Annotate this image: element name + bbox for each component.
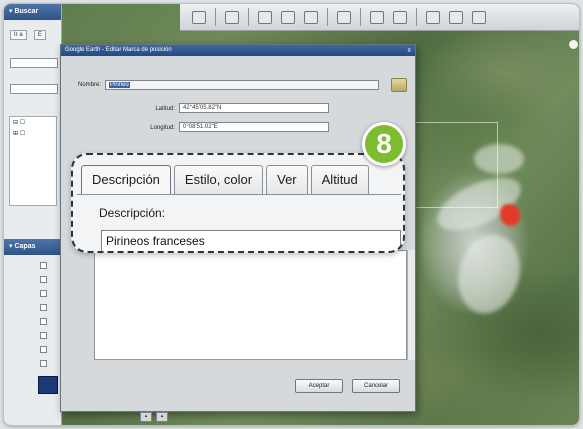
print-icon[interactable] bbox=[393, 10, 407, 24]
main-toolbar bbox=[180, 4, 579, 31]
email-icon[interactable] bbox=[370, 10, 384, 24]
pointer-icon[interactable] bbox=[225, 10, 239, 24]
image-icon[interactable] bbox=[426, 10, 440, 24]
longitude-label: Longitud: bbox=[150, 125, 175, 131]
name-input[interactable]: Pirineo bbox=[105, 80, 379, 90]
close-icon[interactable]: x bbox=[408, 45, 412, 56]
tab-find-business[interactable]: E bbox=[34, 30, 47, 40]
longitude-input[interactable]: 0°08'51.02"E bbox=[179, 122, 329, 132]
screenshot-frame: ▾ Buscar Ir a E ⊟ ☐ ⊞ ☐ ▾ Capas Google E… bbox=[3, 3, 580, 426]
tab-view[interactable]: Ver bbox=[266, 165, 308, 195]
nav-pad-left[interactable]: ▪ bbox=[140, 412, 152, 422]
placemark-highlight bbox=[500, 204, 520, 226]
tab-style-color[interactable]: Estilo, color bbox=[173, 165, 264, 195]
description-label: Descripción: bbox=[99, 206, 166, 220]
latitude-label: Latitud: bbox=[155, 106, 175, 112]
terrain-ridge bbox=[449, 227, 529, 321]
layer-checkbox[interactable] bbox=[40, 276, 47, 283]
nav-pad-right[interactable]: ▪ bbox=[156, 412, 168, 422]
placemark-pin-icon[interactable] bbox=[391, 78, 407, 92]
ruler-icon[interactable] bbox=[337, 10, 351, 24]
search-panel-title: Buscar bbox=[14, 8, 39, 15]
map-icon[interactable] bbox=[449, 10, 463, 24]
search-panel-header[interactable]: ▾ Buscar bbox=[4, 4, 61, 20]
window-icon[interactable] bbox=[192, 10, 206, 24]
layer-checkbox[interactable] bbox=[40, 318, 47, 325]
places-tree: ⊟ ☐ ⊞ ☐ bbox=[9, 116, 57, 206]
name-value: Pirineo bbox=[109, 82, 130, 88]
layer-checkbox[interactable] bbox=[40, 262, 47, 269]
step-badge: 8 bbox=[362, 122, 406, 166]
toolbar-separator bbox=[416, 8, 417, 26]
zoom-callout: Descripción Estilo, color Ver Altitud De… bbox=[71, 153, 405, 253]
layer-checkbox[interactable] bbox=[40, 304, 47, 311]
view-selection-box bbox=[412, 122, 498, 208]
search-input[interactable] bbox=[10, 84, 58, 94]
description-textarea[interactable] bbox=[94, 250, 407, 360]
tab-altitude[interactable]: Altitud bbox=[310, 165, 369, 195]
tree-node-item[interactable]: ⊞ ☐ bbox=[10, 128, 56, 139]
dialog-title: Google Earth - Editar Marca de posición bbox=[65, 47, 172, 53]
toolbar-separator bbox=[327, 8, 328, 26]
cancel-button[interactable]: Cancelar bbox=[352, 379, 400, 393]
layers-panel-title: Capas bbox=[14, 243, 36, 250]
layer-checkbox[interactable] bbox=[40, 290, 47, 297]
name-label: Nombre: bbox=[77, 82, 101, 88]
dialog-titlebar[interactable]: Google Earth - Editar Marca de posición … bbox=[61, 45, 415, 56]
description-scrollbar[interactable] bbox=[407, 250, 415, 360]
overview-map-thumbnail[interactable] bbox=[38, 376, 58, 394]
layers-panel-header[interactable]: ▾ Capas bbox=[4, 239, 62, 255]
tree-node-search-results[interactable]: ⊟ ☐ bbox=[10, 117, 56, 128]
tab-description[interactable]: Descripción bbox=[81, 165, 171, 195]
layer-checkbox[interactable] bbox=[40, 332, 47, 339]
tab-fly-to[interactable]: Ir a bbox=[10, 30, 27, 40]
toolbar-separator bbox=[215, 8, 216, 26]
layer-checkbox[interactable] bbox=[40, 346, 47, 353]
polygon-icon[interactable] bbox=[281, 10, 295, 24]
toolbar-separator bbox=[360, 8, 361, 26]
overlay-icon[interactable] bbox=[304, 10, 318, 24]
navigation-control-icon[interactable] bbox=[569, 40, 578, 49]
latitude-input[interactable]: 42°45'05.82"N bbox=[179, 103, 329, 113]
placemark-tabs: Descripción Estilo, color Ver Altitud bbox=[81, 165, 372, 195]
accept-button[interactable]: Aceptar bbox=[295, 379, 343, 393]
description-input[interactable]: Pirineos franceses bbox=[101, 230, 401, 251]
left-sidebar: ▾ Buscar Ir a E ⊟ ☐ ⊞ ☐ ▾ Capas bbox=[4, 4, 62, 425]
layer-checkbox[interactable] bbox=[40, 360, 47, 367]
path-icon[interactable] bbox=[258, 10, 272, 24]
toolbar-separator bbox=[248, 8, 249, 26]
fly-to-input[interactable] bbox=[10, 58, 58, 68]
globe-icon[interactable] bbox=[472, 10, 486, 24]
